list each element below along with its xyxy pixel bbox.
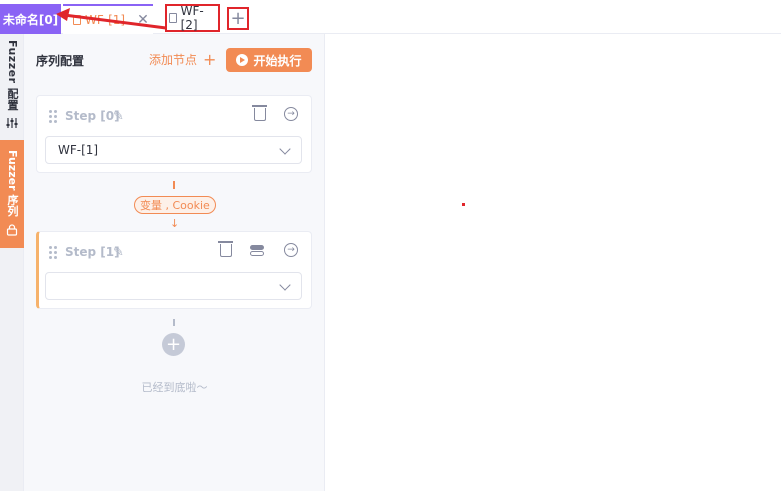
side-nav: Fuzzer 配置 Fuzzer 序列 bbox=[0, 34, 24, 491]
chevron-down-icon bbox=[279, 143, 291, 155]
arrow-annotation bbox=[56, 8, 167, 30]
step-label: Step [0] bbox=[65, 109, 120, 123]
play-icon bbox=[236, 54, 249, 66]
side-tab-fuzzer-config-label: Fuzzer 配置 bbox=[6, 40, 19, 111]
plus-icon: + bbox=[230, 7, 246, 29]
trash-icon[interactable] bbox=[218, 241, 233, 257]
tab-unnamed-label: 未命名[0] bbox=[2, 12, 59, 27]
side-tab-fuzzer-config[interactable]: Fuzzer 配置 bbox=[0, 40, 24, 136]
step-card-0: Step [0] ✎ → WF-[1] bbox=[36, 95, 312, 173]
tab-unnamed[interactable]: 未命名[0] bbox=[0, 4, 61, 34]
goto-icon[interactable]: → bbox=[284, 243, 298, 257]
goto-icon[interactable]: → bbox=[284, 107, 298, 121]
step-workflow-value: WF-[1] bbox=[58, 143, 99, 157]
step-label: Step [1] bbox=[65, 245, 120, 259]
step-workflow-select[interactable] bbox=[45, 272, 302, 300]
plus-icon: + bbox=[203, 49, 217, 69]
sequence-panel: 序列配置 添加节点 + 开始执行 Step [0] ✎ → WF-[1] 变量 … bbox=[24, 34, 325, 491]
connector-line bbox=[173, 319, 175, 326]
edit-icon[interactable]: ✎ bbox=[113, 109, 124, 124]
tab-wf-2-label: WF-[2] bbox=[180, 4, 204, 32]
end-of-list-text: 已经到底啦～ bbox=[141, 381, 208, 394]
tab-wf-2[interactable]: WF-[2] bbox=[165, 4, 220, 32]
side-tab-fuzzer-sequence[interactable]: Fuzzer 序列 bbox=[0, 140, 24, 248]
step-card-header: Step [0] ✎ → bbox=[37, 96, 311, 136]
edit-icon[interactable]: ✎ bbox=[113, 245, 124, 260]
lock-icon bbox=[6, 224, 18, 236]
add-tab-button[interactable]: + bbox=[227, 7, 249, 30]
side-tab-fuzzer-sequence-label: Fuzzer 序列 bbox=[6, 150, 19, 217]
start-execution-label: 开始执行 bbox=[253, 53, 302, 68]
add-step-button[interactable]: + bbox=[162, 333, 185, 356]
step-workflow-select[interactable]: WF-[1] bbox=[45, 136, 302, 164]
plus-icon: + bbox=[165, 333, 182, 355]
settings-icon bbox=[6, 117, 18, 128]
add-node-button[interactable]: 添加节点 + bbox=[149, 51, 216, 68]
drag-handle-icon[interactable] bbox=[49, 110, 57, 123]
chevron-down-icon bbox=[279, 279, 291, 291]
step-card-header: Step [1] ✎ → bbox=[39, 232, 311, 272]
arrow-down-icon: ↓ bbox=[170, 217, 180, 230]
file-icon bbox=[169, 13, 177, 23]
step-card-1: Step [1] ✎ → bbox=[36, 231, 312, 309]
panel-title: 序列配置 bbox=[36, 54, 85, 68]
add-node-label: 添加节点 bbox=[149, 53, 198, 67]
red-dot-marker bbox=[462, 203, 465, 206]
trash-icon[interactable] bbox=[252, 105, 267, 121]
connector-tag[interactable]: 变量 , Cookie bbox=[134, 196, 216, 214]
connector-line bbox=[173, 181, 175, 189]
drag-handle-icon[interactable] bbox=[49, 246, 57, 259]
start-execution-button[interactable]: 开始执行 bbox=[226, 48, 312, 72]
toggle-icon[interactable] bbox=[250, 245, 264, 256]
connector-tag-label: 变量 , Cookie bbox=[140, 199, 210, 212]
